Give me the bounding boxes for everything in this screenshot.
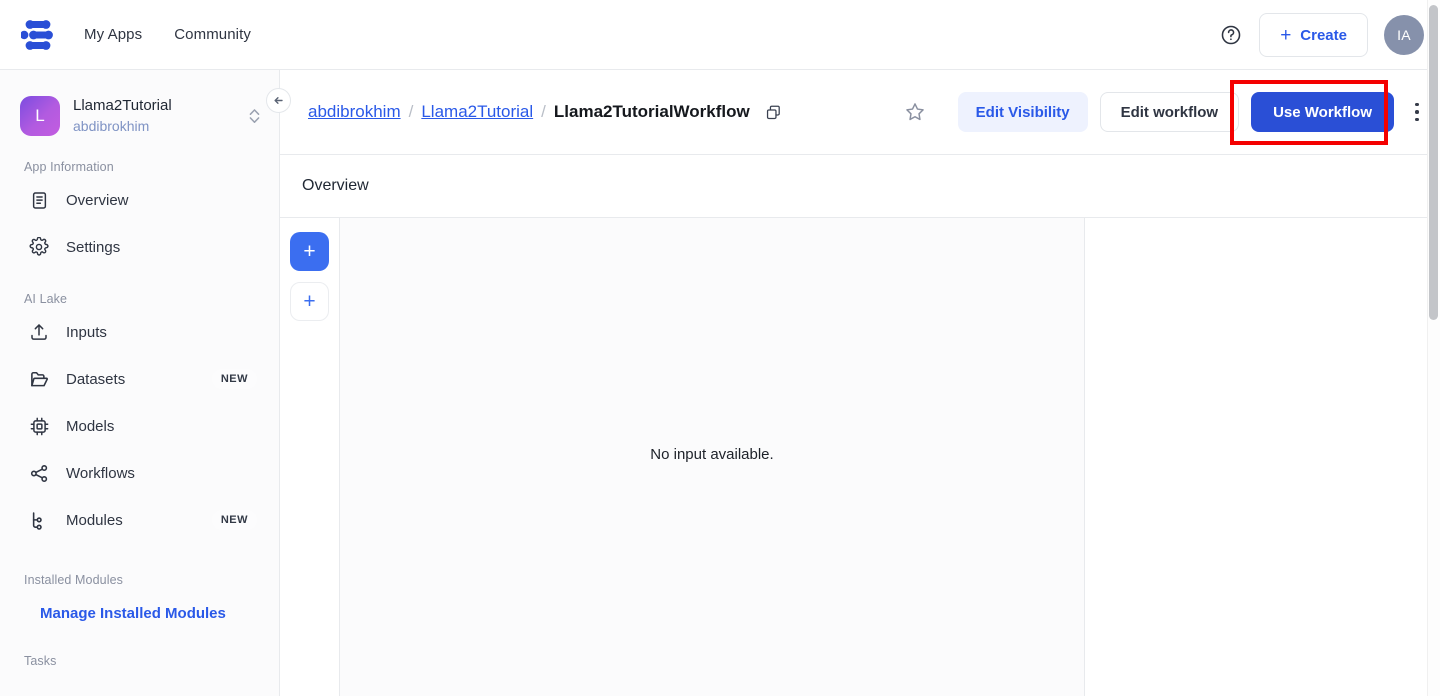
- star-outline-icon[interactable]: [902, 99, 928, 125]
- top-navigation-bar: My Apps Community + Create IA: [0, 0, 1440, 70]
- sidebar-item-workflows[interactable]: Workflows: [0, 452, 279, 494]
- tab-overview[interactable]: Overview: [302, 177, 369, 195]
- sidebar-item-label: Models: [66, 417, 115, 435]
- sidebar-item-label: Inputs: [66, 323, 107, 341]
- page-scrollbar-thumb[interactable]: [1429, 5, 1438, 320]
- empty-state-message: No input available.: [650, 445, 774, 463]
- help-circle-icon[interactable]: [1219, 23, 1243, 47]
- breadcrumb-owner-link[interactable]: abdibrokhim: [308, 102, 401, 122]
- sidebar-item-datasets[interactable]: Datasets NEW: [0, 358, 279, 400]
- main-nav-links: My Apps Community: [84, 26, 251, 43]
- arrow-left-icon: [274, 97, 283, 104]
- nav-my-apps[interactable]: My Apps: [84, 26, 142, 43]
- breadcrumb-bar: abdibrokhim / Llama2Tutorial / Llama2Tut…: [280, 70, 1440, 155]
- chip-icon: [28, 415, 50, 437]
- nav-community[interactable]: Community: [174, 26, 251, 43]
- upload-icon: [28, 321, 50, 343]
- plus-icon: +: [1280, 24, 1292, 46]
- breadcrumb-actions: Edit Visibility Edit workflow Use Workfl…: [902, 92, 1428, 132]
- section-label-app-information: App Information: [24, 160, 114, 174]
- breadcrumb-app-link[interactable]: Llama2Tutorial: [421, 102, 533, 122]
- share-nodes-icon: [28, 462, 50, 484]
- edit-visibility-button[interactable]: Edit Visibility: [957, 92, 1088, 132]
- document-icon: [28, 189, 50, 211]
- create-button-label: Create: [1300, 26, 1347, 44]
- breadcrumb-separator: /: [408, 102, 414, 121]
- sidebar-item-inputs[interactable]: Inputs: [0, 311, 279, 353]
- folder-icon: [28, 368, 50, 390]
- main-content: abdibrokhim / Llama2Tutorial / Llama2Tut…: [280, 70, 1440, 696]
- top-nav-right-actions: + Create IA: [1219, 0, 1424, 70]
- sidebar: L Llama2Tutorial abdibrokhim App Informa…: [0, 70, 280, 696]
- overview-tab-bar: Overview: [280, 155, 1440, 218]
- sidebar-item-label: Datasets: [66, 370, 126, 388]
- sidebar-collapse-button[interactable]: [266, 88, 291, 113]
- breadcrumb-separator: /: [541, 102, 546, 121]
- workspace-left-rail: + +: [280, 218, 340, 696]
- sidebar-item-label: Workflows: [66, 464, 135, 482]
- gear-icon: [28, 236, 50, 258]
- use-workflow-button[interactable]: Use Workflow: [1251, 92, 1394, 132]
- status-badge: NEW: [211, 369, 257, 389]
- app-name: Llama2Tutorial: [73, 97, 172, 114]
- branch-icon: [28, 509, 50, 531]
- app-root: My Apps Community + Create IA L Llama2Tu: [0, 0, 1440, 696]
- app-owner: abdibrokhim: [73, 118, 150, 134]
- workflow-workspace: + + No input available.: [280, 218, 1440, 696]
- add-node-secondary-button[interactable]: +: [290, 282, 329, 321]
- sidebar-item-models[interactable]: Models: [0, 405, 279, 447]
- edit-workflow-button[interactable]: Edit workflow: [1099, 92, 1240, 132]
- sidebar-item-overview[interactable]: Overview: [0, 179, 279, 221]
- user-avatar[interactable]: IA: [1384, 15, 1424, 55]
- section-label-tasks: Tasks: [24, 654, 57, 668]
- chevron-up-down-icon[interactable]: [245, 107, 263, 125]
- sidebar-item-settings[interactable]: Settings: [0, 226, 279, 268]
- sidebar-item-label: Settings: [66, 238, 121, 256]
- manage-installed-modules-link[interactable]: Manage Installed Modules: [0, 605, 279, 622]
- app-meta: Llama2Tutorial abdibrokhim: [73, 96, 245, 136]
- sidebar-item-label: Overview: [66, 191, 129, 209]
- workflow-canvas[interactable]: No input available.: [340, 218, 1085, 696]
- copy-icon[interactable]: [765, 104, 782, 121]
- section-label-ai-lake: AI Lake: [24, 292, 68, 306]
- app-switcher[interactable]: L Llama2Tutorial abdibrokhim: [0, 70, 279, 136]
- add-node-primary-button[interactable]: +: [290, 232, 329, 271]
- app-avatar: L: [20, 96, 60, 136]
- status-badge: NEW: [211, 510, 257, 530]
- breadcrumb: abdibrokhim / Llama2Tutorial / Llama2Tut…: [308, 102, 782, 122]
- create-button[interactable]: + Create: [1259, 13, 1368, 57]
- workflow-right-panel: [1085, 218, 1440, 696]
- sidebar-item-label: Modules: [66, 511, 123, 529]
- section-label-installed-modules: Installed Modules: [24, 573, 123, 587]
- sidebar-item-modules[interactable]: Modules NEW: [0, 499, 279, 541]
- more-vertical-icon[interactable]: [1406, 92, 1428, 132]
- page-title: Llama2TutorialWorkflow: [553, 102, 750, 121]
- clarifai-logo[interactable]: [18, 15, 58, 55]
